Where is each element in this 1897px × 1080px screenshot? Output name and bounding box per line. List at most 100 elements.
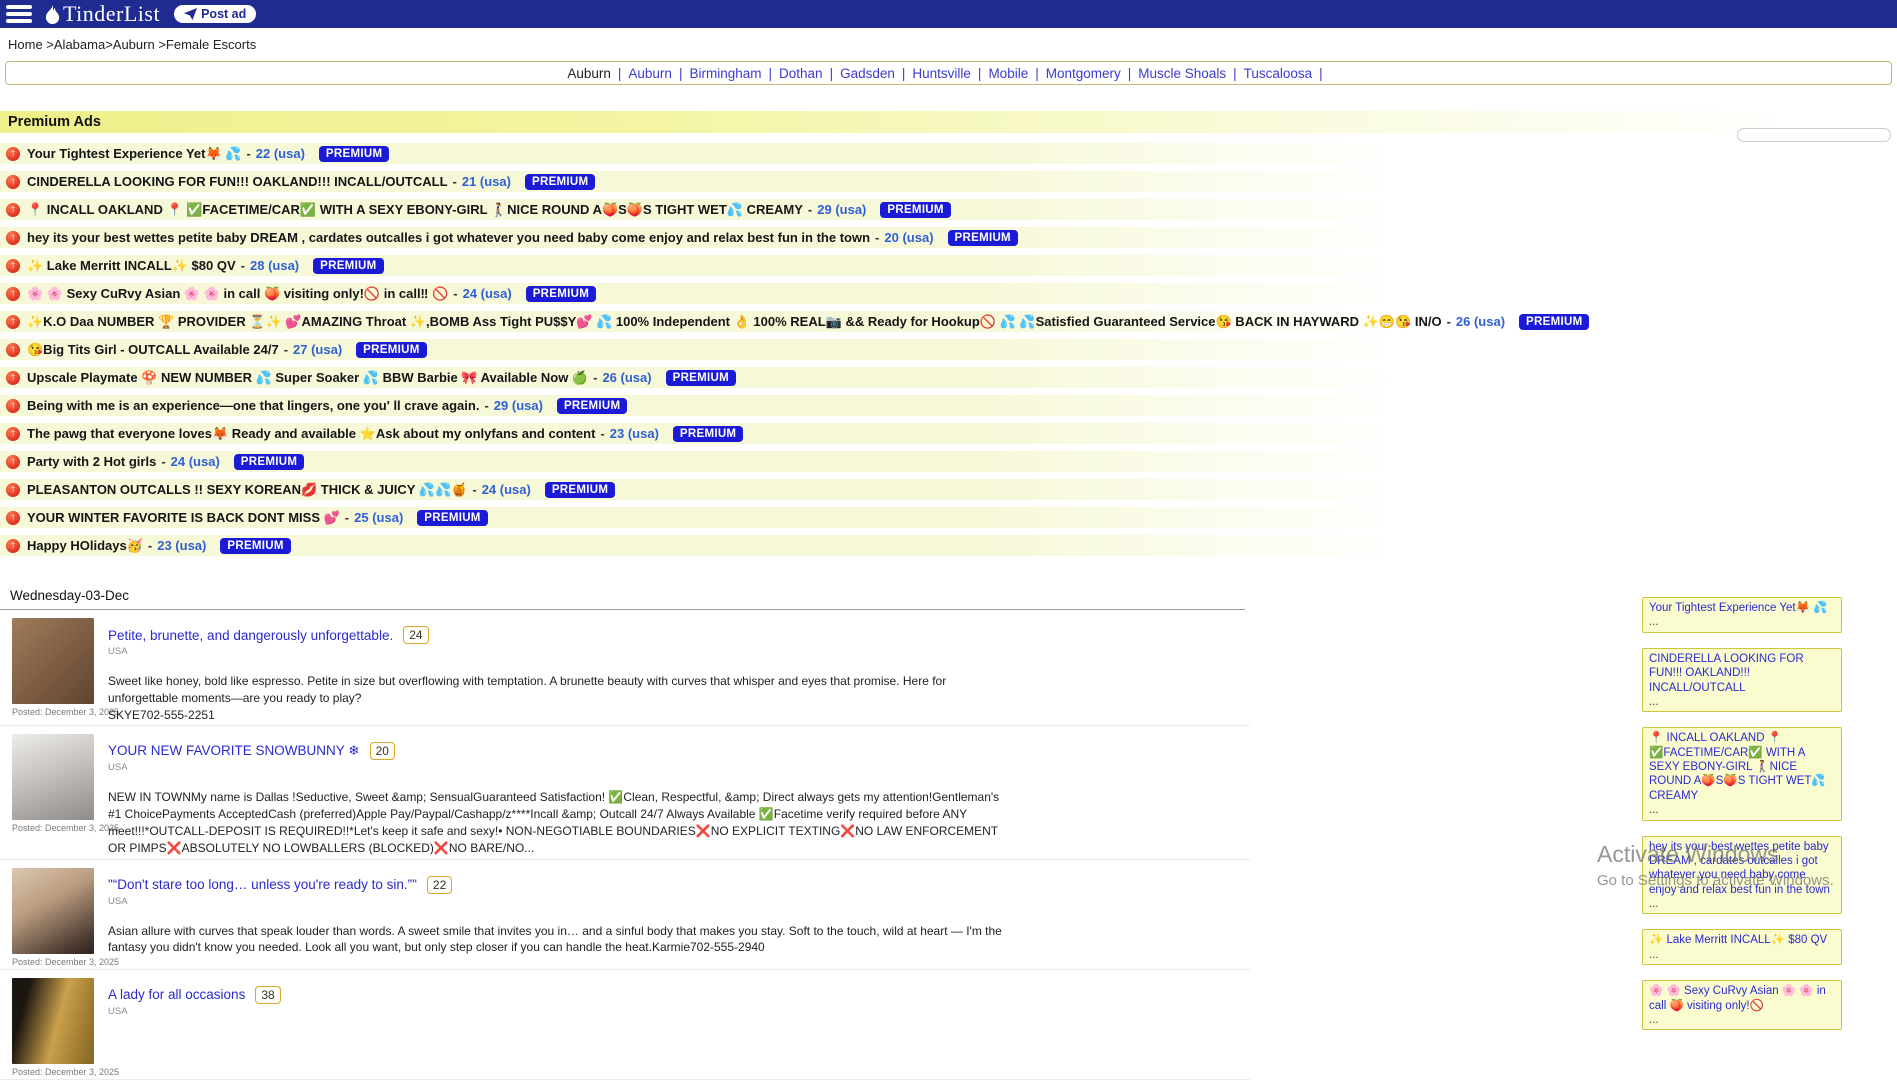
listing-title-link[interactable]: Petite, brunette, and dangerously unforg…	[108, 628, 393, 643]
premium-ad-row[interactable]: ↑ PLEASANTON OUTCALLS !! SEXY KOREAN💋 TH…	[0, 479, 1897, 500]
premium-ad-row[interactable]: ↑ Being with me is an experience—one tha…	[0, 395, 1897, 416]
city-link[interactable]: Huntsville	[912, 66, 971, 81]
premium-ad-row[interactable]: ↑ Happy HOlidays🥳 - 23 (usa) PREMIUM	[0, 535, 1897, 556]
ellipsis: ...	[1649, 948, 1835, 962]
sidebar-ad-box[interactable]: ✨ Lake Merritt INCALL✨ $80 QV ...	[1642, 929, 1842, 965]
premium-ads-section: Premium Ads ↑ Your Tightest Experience Y…	[0, 111, 1897, 556]
listing-title-link[interactable]: A lady for all occasions	[108, 987, 245, 1002]
listing-photo[interactable]	[12, 618, 94, 704]
premium-ad-title[interactable]: Your Tightest Experience Yet🦊 💦	[27, 146, 241, 162]
age-badge: 24	[403, 626, 428, 644]
listing-body: YOUR NEW FAVORITE SNOWBUNNY ❄ 20 USA NEW…	[108, 734, 1013, 856]
listing-body: A lady for all occasions 38 USA	[108, 978, 281, 1077]
premium-ad-age: 24 (usa)	[482, 482, 531, 497]
listing-photo[interactable]	[12, 868, 94, 954]
sidebar-ad-box[interactable]: hey its your best wettes petite baby DRE…	[1642, 836, 1842, 915]
sidebar-ad-link[interactable]: hey its your best wettes petite baby DRE…	[1649, 840, 1835, 898]
premium-ad-age: 23 (usa)	[610, 426, 659, 441]
premium-badge: PREMIUM	[880, 202, 950, 218]
premium-ad-age: 27 (usa)	[293, 342, 342, 357]
brand-logo[interactable]: TinderList	[44, 1, 160, 27]
premium-badge: PREMIUM	[319, 146, 389, 162]
premium-ad-age: 22 (usa)	[256, 146, 305, 161]
premium-ad-title[interactable]: The pawg that everyone loves🦊 Ready and …	[27, 426, 595, 442]
premium-ad-row[interactable]: ↑ ✨K.O Daa NUMBER 🏆 PROVIDER ⏳✨ 💕AMAZING…	[0, 311, 1897, 332]
boost-arrow-icon: ↑	[6, 175, 20, 189]
city-link[interactable]: Dothan	[779, 66, 823, 81]
sidebar-ad-link[interactable]: 🌸 🌸 Sexy CuRvy Asian 🌸 🌸 in call 🍑 visit…	[1649, 984, 1835, 1013]
post-ad-button[interactable]: Post ad	[174, 5, 256, 23]
sidebar-ad-link[interactable]: 📍 INCALL OAKLAND 📍 ✅FACETIME/CAR✅ WITH A…	[1649, 731, 1835, 803]
ad-dash: -	[284, 342, 288, 357]
empty-rounded-box	[1737, 128, 1891, 142]
posted-date: Posted: December 3, 2025	[12, 1067, 108, 1077]
premium-ad-title[interactable]: PLEASANTON OUTCALLS !! SEXY KOREAN💋 THIC…	[27, 482, 467, 498]
listing-photo[interactable]	[12, 734, 94, 820]
premium-badge: PREMIUM	[313, 258, 383, 274]
premium-ad-age: 24 (usa)	[171, 454, 220, 469]
city-link[interactable]: Muscle Shoals	[1138, 66, 1226, 81]
premium-badge: PREMIUM	[526, 286, 596, 302]
ad-dash: -	[593, 370, 597, 385]
premium-ad-title[interactable]: Party with 2 Hot girls	[27, 454, 156, 469]
sidebar-ad-box[interactable]: 🌸 🌸 Sexy CuRvy Asian 🌸 🌸 in call 🍑 visit…	[1642, 980, 1842, 1030]
premium-ad-row[interactable]: ↑ ✨ Lake Merritt INCALL✨ $80 QV - 28 (us…	[0, 255, 1897, 276]
menu-icon[interactable]	[6, 5, 32, 23]
brand-name: TinderList	[63, 1, 160, 27]
premium-ad-row[interactable]: ↑ Your Tightest Experience Yet🦊 💦 - 22 (…	[0, 143, 1897, 164]
city-separator: |	[618, 66, 622, 81]
sidebar-ad-box[interactable]: CINDERELLA LOOKING FOR FUN!!! OAKLAND!!!…	[1642, 648, 1842, 713]
age-badge: 20	[370, 742, 395, 760]
breadcrumb[interactable]: Home >Alabama>Auburn >Female Escorts	[0, 28, 1897, 55]
city-separator: |	[902, 66, 906, 81]
premium-ad-row[interactable]: ↑ CINDERELLA LOOKING FOR FUN!!! OAKLAND!…	[0, 171, 1897, 192]
city-link[interactable]: Montgomery	[1046, 66, 1121, 81]
premium-ad-row[interactable]: ↑ Party with 2 Hot girls - 24 (usa) PREM…	[0, 451, 1897, 472]
city-link[interactable]: Birmingham	[689, 66, 761, 81]
premium-ad-title[interactable]: 😘Big Tits Girl - OUTCALL Available 24/7	[27, 342, 279, 358]
premium-ad-title[interactable]: Being with me is an experience—one that …	[27, 398, 479, 413]
city-link[interactable]: Mobile	[988, 66, 1028, 81]
listing-title-link[interactable]: YOUR NEW FAVORITE SNOWBUNNY ❄	[108, 743, 360, 759]
post-ad-label: Post ad	[201, 7, 246, 21]
premium-ad-row[interactable]: ↑ YOUR WINTER FAVORITE IS BACK DONT MISS…	[0, 507, 1897, 528]
premium-ad-row[interactable]: ↑ Upscale Playmate 🍄 NEW NUMBER 💦 Super …	[0, 367, 1897, 388]
sidebar-ad-box[interactable]: 📍 INCALL OAKLAND 📍 ✅FACETIME/CAR✅ WITH A…	[1642, 727, 1842, 820]
premium-ad-title[interactable]: Upscale Playmate 🍄 NEW NUMBER 💦 Super So…	[27, 370, 588, 386]
premium-ad-title[interactable]: CINDERELLA LOOKING FOR FUN!!! OAKLAND!!!…	[27, 174, 448, 189]
posted-date: Posted: December 3, 2025	[12, 707, 108, 717]
premium-ad-title[interactable]: hey its your best wettes petite baby DRE…	[27, 230, 870, 245]
premium-ad-row[interactable]: ↑ 📍 INCALL OAKLAND 📍 ✅FACETIME/CAR✅ WITH…	[0, 199, 1897, 220]
city-link[interactable]: Gadsden	[840, 66, 895, 81]
listing-title-link[interactable]: "“Don't stare too long… unless you're re…	[108, 877, 417, 892]
city-link[interactable]: Tuscaloosa	[1244, 66, 1313, 81]
premium-ad-title[interactable]: ✨ Lake Merritt INCALL✨ $80 QV	[27, 258, 236, 274]
city-separator: |	[1035, 66, 1039, 81]
premium-ad-row[interactable]: ↑ 🌸 🌸 Sexy CuRvy Asian 🌸 🌸 in call 🍑 vis…	[0, 283, 1897, 304]
premium-ad-title[interactable]: ✨K.O Daa NUMBER 🏆 PROVIDER ⏳✨ 💕AMAZING T…	[27, 314, 1442, 330]
description-line: NEW IN TOWNMy name is Dallas !Seductive,…	[108, 789, 1013, 856]
boost-arrow-icon: ↑	[6, 511, 20, 525]
premium-ad-row[interactable]: ↑ The pawg that everyone loves🦊 Ready an…	[0, 423, 1897, 444]
sidebar-ad-link[interactable]: ✨ Lake Merritt INCALL✨ $80 QV	[1649, 933, 1835, 947]
sidebar-ad-box[interactable]: Your Tightest Experience Yet🦊 💦 ...	[1642, 597, 1842, 633]
premium-badge: PREMIUM	[673, 426, 743, 442]
ad-dash: -	[808, 202, 812, 217]
city-link[interactable]: Auburn	[628, 66, 672, 81]
listing-photo[interactable]	[12, 978, 94, 1064]
premium-ad-title[interactable]: 📍 INCALL OAKLAND 📍 ✅FACETIME/CAR✅ WITH A…	[27, 202, 803, 218]
premium-ad-row[interactable]: ↑ 😘Big Tits Girl - OUTCALL Available 24/…	[0, 339, 1897, 360]
premium-ad-title[interactable]: Happy HOlidays🥳	[27, 538, 143, 554]
boost-arrow-icon: ↑	[6, 203, 20, 217]
ad-dash: -	[453, 174, 457, 189]
premium-ad-row[interactable]: ↑ hey its your best wettes petite baby D…	[0, 227, 1897, 248]
premium-ad-title[interactable]: YOUR WINTER FAVORITE IS BACK DONT MISS 💕	[27, 510, 340, 526]
sidebar-ad-link[interactable]: Your Tightest Experience Yet🦊 💦	[1649, 601, 1835, 615]
boost-arrow-icon: ↑	[6, 343, 20, 357]
ad-dash: -	[484, 398, 488, 413]
premium-badge: PREMIUM	[525, 174, 595, 190]
sidebar-ad-link[interactable]: CINDERELLA LOOKING FOR FUN!!! OAKLAND!!!…	[1649, 652, 1835, 695]
city-separator: |	[679, 66, 683, 81]
premium-ad-title[interactable]: 🌸 🌸 Sexy CuRvy Asian 🌸 🌸 in call 🍑 visit…	[27, 286, 448, 302]
boost-arrow-icon: ↑	[6, 287, 20, 301]
